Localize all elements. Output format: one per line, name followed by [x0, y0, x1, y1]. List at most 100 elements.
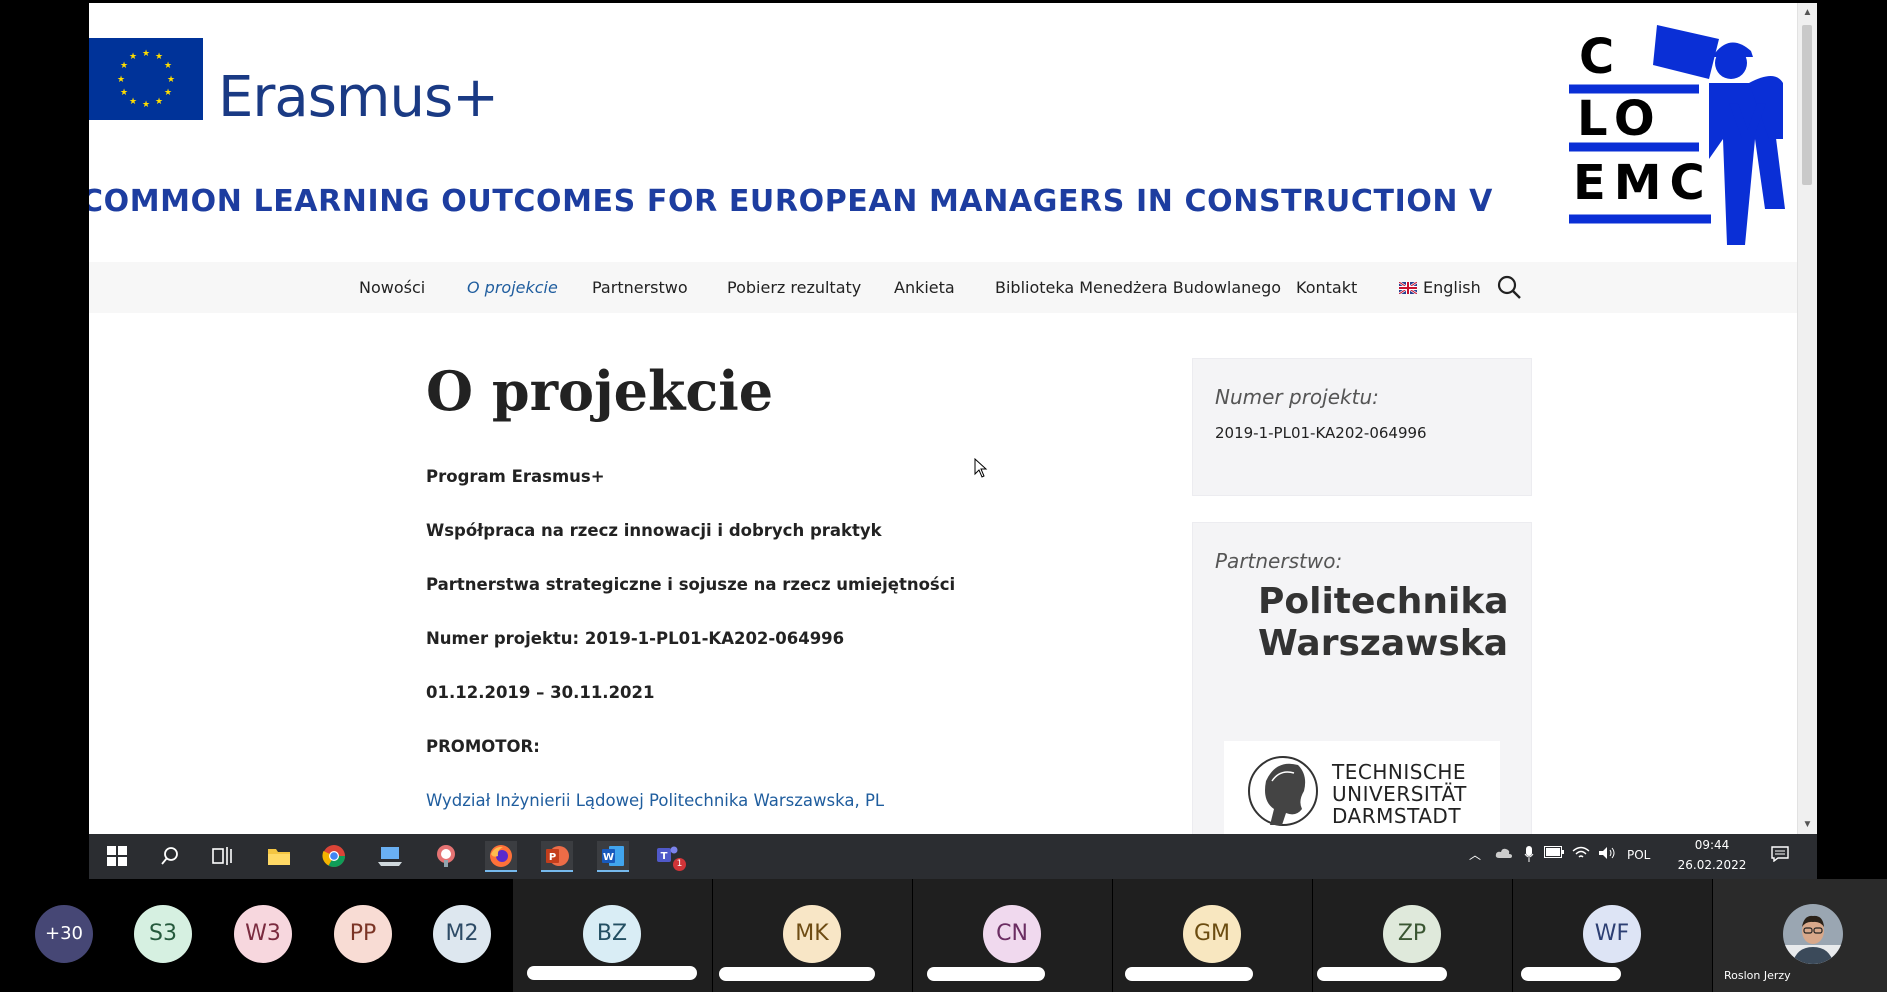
- nav-item-pobierz-rezultaty[interactable]: Pobierz rezultaty: [727, 278, 861, 297]
- participant-avatar: GM: [1183, 905, 1241, 963]
- word-icon[interactable]: W: [597, 841, 629, 872]
- participant-strip-small: +30 S3 W3 PP M2: [0, 879, 512, 992]
- file-explorer-icon[interactable]: [263, 841, 295, 871]
- teams-notification-badge: 1: [673, 858, 686, 871]
- scroll-down-arrow-icon[interactable]: ▼: [1801, 818, 1814, 831]
- self-avatar-photo: [1783, 904, 1843, 964]
- redacted-name: [1125, 967, 1253, 981]
- svg-text:T: T: [661, 851, 668, 862]
- redacted-name: [719, 967, 875, 981]
- snipping-app-icon[interactable]: [430, 841, 462, 871]
- partnership-type-line: Partnerstwa strategiczne i sojusze na rz…: [426, 575, 956, 594]
- svg-text:★: ★: [120, 87, 128, 97]
- search-icon[interactable]: [1496, 274, 1522, 305]
- action-line: Współpraca na rzecz innowacji i dobrych …: [426, 521, 882, 540]
- windows-taskbar: P W T 1 ︿ POL 09:44 26.02.2022: [89, 834, 1817, 879]
- eu-flag-logo: ★ ★ ★ ★ ★ ★ ★ ★ ★ ★ ★ ★: [89, 38, 203, 120]
- page-scrollbar[interactable]: ▲ ▼: [1797, 3, 1817, 834]
- svg-text:★: ★: [129, 96, 137, 106]
- language-label: English: [1423, 278, 1481, 297]
- more-participants-button[interactable]: +30: [35, 905, 93, 963]
- tray-overflow-chevron-icon[interactable]: ︿: [1469, 846, 1481, 863]
- project-banner-title: COMMON LEARNING OUTCOMES FOR EUROPEAN MA…: [89, 184, 1493, 219]
- battery-icon[interactable]: [1544, 846, 1564, 862]
- task-view-icon[interactable]: [207, 841, 239, 871]
- system-tray: ︿ POL 09:44 26.02.2022: [1469, 834, 1817, 879]
- web-page: ★ ★ ★ ★ ★ ★ ★ ★ ★ ★ ★ ★ Erasmus+ COMMON …: [89, 3, 1798, 834]
- laptop-app-icon[interactable]: [374, 841, 406, 871]
- participant-avatar: MK: [783, 905, 841, 963]
- participant-avatar[interactable]: PP: [334, 905, 392, 963]
- page-title: O projekcie: [426, 359, 774, 423]
- clock-date[interactable]: 26.02.2022: [1675, 858, 1749, 872]
- main-navigation: Nowości O projekcie Partnerstwo Pobierz …: [89, 262, 1798, 313]
- promotor-label: PROMOTOR:: [426, 737, 540, 756]
- windows-start-icon[interactable]: [101, 841, 133, 871]
- participant-tile[interactable]: ZP: [1313, 879, 1512, 992]
- promotor-link[interactable]: Wydział Inżynierii Lądowej Politechnika …: [426, 791, 884, 810]
- nav-item-ankieta[interactable]: Ankieta: [894, 278, 955, 297]
- redacted-name: [927, 967, 1045, 981]
- participant-avatar[interactable]: S3: [134, 905, 192, 963]
- participant-avatar[interactable]: M2: [433, 905, 491, 963]
- action-center-icon[interactable]: [1771, 846, 1789, 866]
- logo-letters-lo: LO: [1577, 91, 1663, 147]
- partner-politechnika-warszawska-logo[interactable]: Politechnika Warszawska: [1258, 581, 1509, 665]
- participant-tile[interactable]: GM: [1113, 879, 1312, 992]
- participant-avatar: CN: [983, 905, 1041, 963]
- svg-text:★: ★: [167, 74, 175, 84]
- svg-text:★: ★: [155, 96, 163, 106]
- volume-icon[interactable]: [1598, 846, 1616, 864]
- firefox-icon[interactable]: [485, 841, 517, 872]
- nav-item-partnerstwo[interactable]: Partnerstwo: [592, 278, 688, 297]
- nav-item-biblioteka[interactable]: Biblioteka Menedżera Budowlanego: [995, 278, 1281, 297]
- clo-emc-logo: C LO EMC V: [1569, 19, 1798, 251]
- redacted-name: [527, 966, 697, 980]
- program-line: Program Erasmus+: [426, 467, 605, 486]
- scrollbar-thumb[interactable]: [1802, 25, 1812, 185]
- project-number-value: 2019-1-PL01-KA202-064996: [1215, 424, 1427, 442]
- browser-screen: ★ ★ ★ ★ ★ ★ ★ ★ ★ ★ ★ ★ Erasmus+ COMMON …: [89, 3, 1817, 879]
- svg-text:★: ★: [142, 48, 150, 58]
- erasmus-plus-logo-text: Erasmus+: [218, 65, 499, 130]
- nav-item-kontakt[interactable]: Kontakt: [1296, 278, 1357, 297]
- project-dates-line: 01.12.2019 – 30.11.2021: [426, 683, 655, 702]
- onedrive-icon[interactable]: [1495, 846, 1513, 864]
- uk-flag-icon: [1399, 282, 1417, 294]
- redacted-name: [1521, 967, 1621, 981]
- svg-text:★: ★: [142, 99, 150, 109]
- powerpoint-icon[interactable]: P: [541, 841, 573, 872]
- participant-tile[interactable]: CN: [913, 879, 1112, 992]
- wifi-icon[interactable]: [1572, 846, 1590, 864]
- logo-letters-emc: EMC: [1573, 155, 1713, 211]
- logo-letter-c: C: [1579, 29, 1623, 85]
- participant-tile[interactable]: MK: [713, 879, 912, 992]
- chrome-icon[interactable]: [318, 841, 350, 871]
- nav-item-o-projekcie[interactable]: O projekcie: [467, 278, 558, 297]
- mouse-cursor-icon: [974, 457, 988, 483]
- microphone-icon[interactable]: [1524, 846, 1534, 866]
- clock-time[interactable]: 09:44: [1681, 838, 1743, 852]
- input-language-indicator[interactable]: POL: [1627, 848, 1650, 862]
- project-number-heading: Numer projektu:: [1215, 385, 1379, 409]
- participant-tile[interactable]: BZ: [513, 879, 712, 992]
- participant-avatar: BZ: [583, 905, 641, 963]
- svg-text:★: ★: [117, 74, 125, 84]
- participant-tile[interactable]: WF: [1513, 879, 1712, 992]
- scroll-up-arrow-icon[interactable]: ▲: [1801, 6, 1814, 19]
- svg-text:★: ★: [155, 51, 163, 61]
- language-switch-english[interactable]: English: [1399, 278, 1481, 297]
- partner-tu-darmstadt-logo[interactable]: TECHNISCHE UNIVERSITÄT DARMSTADT: [1224, 741, 1500, 834]
- nav-item-nowosci[interactable]: Nowości: [359, 278, 425, 297]
- participant-avatar: ZP: [1383, 905, 1441, 963]
- athena-head-icon: [1248, 756, 1318, 826]
- project-number-line: Numer projektu: 2019-1-PL01-KA202-064996: [426, 629, 845, 648]
- participant-avatar[interactable]: W3: [234, 905, 292, 963]
- tu-darmstadt-name: TECHNISCHE UNIVERSITÄT DARMSTADT: [1332, 760, 1467, 828]
- teams-icon[interactable]: T 1: [652, 841, 686, 871]
- taskbar-search-icon[interactable]: [154, 841, 186, 871]
- redacted-name: [1317, 967, 1447, 981]
- project-number-widget: Numer projektu: 2019-1-PL01-KA202-064996: [1192, 358, 1532, 496]
- partnership-widget: Partnerstwo: Politechnika Warszawska TEC…: [1192, 522, 1532, 834]
- participant-avatar: WF: [1583, 905, 1641, 963]
